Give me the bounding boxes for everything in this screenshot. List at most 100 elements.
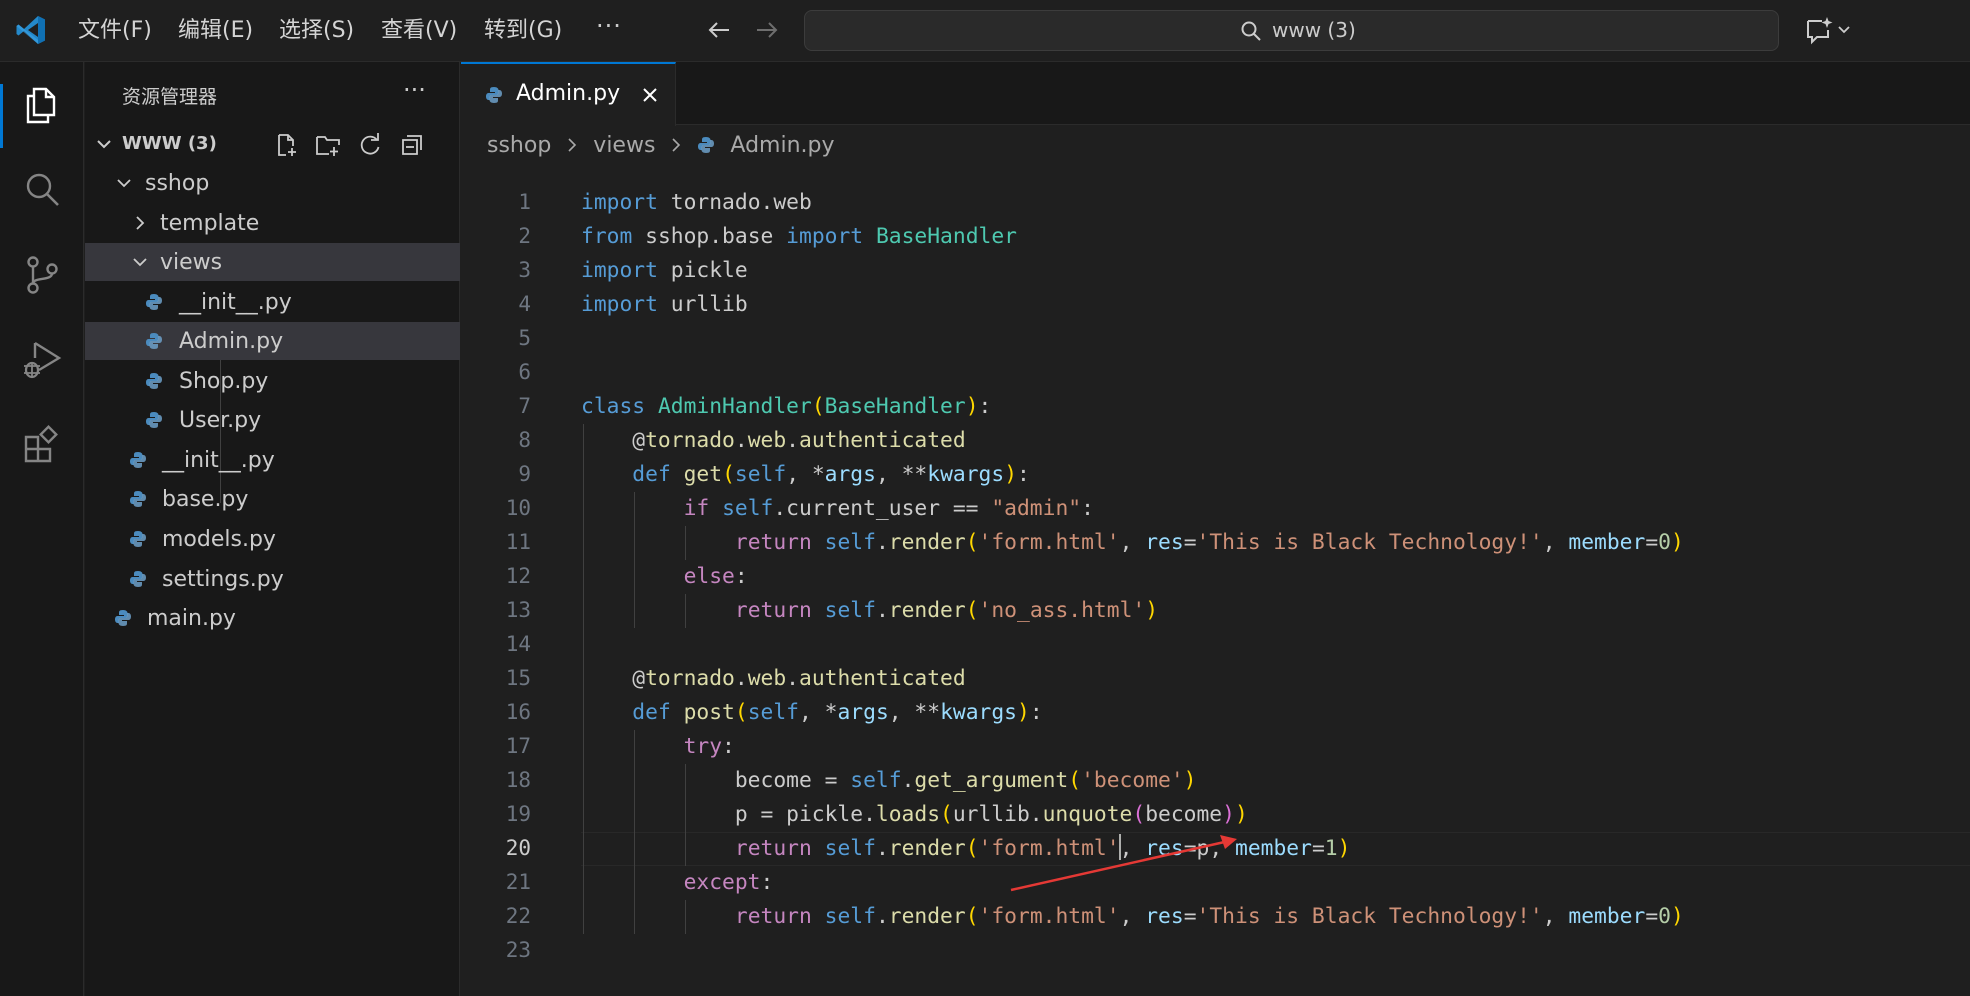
code-line[interactable]: return self.render('form.html', res=p, m… — [581, 836, 1351, 861]
chevron-right-icon — [568, 138, 577, 152]
python-file-icon — [130, 491, 146, 507]
code-line[interactable]: else: — [581, 564, 748, 589]
chevron-down-icon — [117, 179, 131, 188]
copilot-chat-icon[interactable] — [1804, 15, 1834, 45]
code-line[interactable]: p = pickle.loads(urllib.unquote(become)) — [581, 802, 1248, 827]
code-line[interactable]: import pickle — [581, 258, 748, 283]
python-file-icon — [130, 452, 146, 468]
tree-item-template[interactable]: template — [85, 204, 460, 242]
code-line[interactable]: @tornado.web.authenticated — [581, 428, 965, 453]
line-number: 19 — [505, 802, 531, 826]
line-number: 21 — [505, 870, 531, 894]
indent-guide — [583, 424, 584, 934]
code-line[interactable]: except: — [581, 870, 774, 895]
tree-item-sshop-init-py[interactable]: __init__.py — [85, 441, 460, 479]
search-icon[interactable] — [21, 168, 63, 210]
tab-bar: Admin.py — [461, 62, 1970, 126]
code-line[interactable]: def post(self, *args, **kwargs): — [581, 700, 1042, 725]
tree-item-base-py[interactable]: base.py — [85, 480, 460, 518]
explorer-sidebar: 资源管理器 ··· WWW (3) sshop template views _… — [85, 62, 460, 996]
code-line[interactable]: return self.render('no_ass.html') — [581, 598, 1158, 623]
python-file-icon — [115, 610, 131, 626]
breadcrumb-item[interactable]: Admin.py — [730, 133, 834, 158]
tree-item-shop-py[interactable]: Shop.py — [85, 362, 460, 400]
line-number: 15 — [505, 666, 531, 690]
tree-item-sshop[interactable]: sshop — [85, 164, 460, 202]
line-number: 5 — [518, 326, 531, 350]
explorer-icon[interactable] — [21, 84, 63, 126]
menu-go[interactable]: 转到(G) — [484, 16, 562, 46]
chevron-right-icon — [672, 138, 681, 152]
line-number: 12 — [505, 564, 531, 588]
line-number: 16 — [505, 700, 531, 724]
python-file-icon — [698, 137, 715, 153]
menu-selection[interactable]: 选择(S) — [279, 16, 354, 46]
tree-item-views[interactable]: views — [85, 243, 460, 281]
line-number: 11 — [505, 530, 531, 554]
indent-guide — [685, 594, 687, 628]
tree-item-models-py[interactable]: models.py — [85, 520, 460, 558]
tree-item-label: models.py — [162, 527, 276, 552]
code-line[interactable]: import urllib — [581, 292, 748, 317]
tree-item-settings-py[interactable]: settings.py — [85, 560, 460, 598]
indent-guide — [634, 492, 636, 628]
tree-item-label: Admin.py — [179, 329, 284, 354]
tree-item-label: main.py — [147, 606, 236, 631]
breadcrumb-item[interactable]: views — [593, 133, 655, 158]
tree-item-views-init-py[interactable]: __init__.py — [85, 283, 460, 321]
python-file-icon — [486, 87, 502, 103]
code-editor[interactable]: 1 import tornado.web 2 from sshop.base impo… — [461, 168, 1970, 996]
line-number: 14 — [505, 632, 531, 656]
refresh-icon[interactable] — [357, 132, 383, 158]
line-number: 10 — [505, 496, 531, 520]
menu-more-button[interactable]: ··· — [596, 12, 622, 40]
code-line[interactable]: if self.current_user == "admin": — [581, 496, 1094, 521]
workspace-header[interactable]: WWW (3) — [85, 126, 460, 162]
chevron-down-icon — [133, 258, 147, 267]
menu-edit[interactable]: 编辑(E) — [178, 16, 253, 46]
code-line[interactable]: try: — [581, 734, 735, 759]
indent-guide — [685, 900, 687, 934]
workspace-title: WWW (3) — [122, 133, 217, 154]
new-folder-icon[interactable] — [315, 132, 341, 158]
code-line[interactable]: @tornado.web.authenticated — [581, 666, 965, 691]
forward-arrow-icon[interactable] — [752, 15, 782, 45]
text-cursor — [1118, 834, 1121, 860]
line-number: 9 — [518, 462, 531, 486]
tree-item-main-py[interactable]: main.py — [85, 599, 460, 637]
tree-item-label: settings.py — [162, 567, 284, 592]
breadcrumb-item[interactable]: sshop — [487, 133, 551, 158]
tree-item-admin-py[interactable]: Admin.py — [85, 322, 460, 360]
menu-view[interactable]: 查看(V) — [381, 16, 457, 46]
code-line[interactable]: class AdminHandler(BaseHandler): — [581, 394, 991, 419]
chevron-down-icon[interactable] — [95, 135, 113, 153]
menu-file[interactable]: 文件(F) — [78, 16, 152, 46]
collapse-all-icon[interactable] — [399, 132, 425, 158]
code-line[interactable]: from sshop.base import BaseHandler — [581, 224, 1017, 249]
tree-item-user-py[interactable]: User.py — [85, 401, 460, 439]
tab-admin-py[interactable]: Admin.py — [461, 62, 676, 126]
chevron-down-icon[interactable] — [1836, 22, 1852, 38]
extensions-icon[interactable] — [21, 424, 63, 466]
search-text: www (3) — [1272, 18, 1356, 42]
line-number: 13 — [505, 598, 531, 622]
code-line[interactable]: import tornado.web — [581, 190, 812, 215]
code-line[interactable]: return self.render('form.html', res='Thi… — [581, 904, 1684, 929]
run-debug-icon[interactable] — [21, 338, 63, 380]
tree-item-label: views — [160, 250, 223, 275]
code-line[interactable]: become = self.get_argument('become') — [581, 768, 1197, 793]
sidebar-more-button[interactable]: ··· — [403, 76, 426, 104]
code-line[interactable]: return self.render('form.html', res='Thi… — [581, 530, 1684, 555]
line-number: 3 — [518, 258, 531, 282]
back-arrow-icon[interactable] — [704, 15, 734, 45]
editor-area: Admin.py sshop views Admin.py 1 import to… — [461, 62, 1970, 996]
indent-guide — [634, 730, 636, 934]
new-file-icon[interactable] — [273, 132, 299, 158]
tree-item-label: sshop — [145, 171, 210, 196]
code-line[interactable]: def get(self, *args, **kwargs): — [581, 462, 1030, 487]
close-icon[interactable] — [641, 86, 659, 104]
command-center-search[interactable]: www (3) — [804, 10, 1779, 51]
source-control-icon[interactable] — [21, 254, 63, 296]
vscode-logo-icon[interactable] — [14, 13, 48, 47]
tree-item-label: base.py — [162, 487, 249, 512]
